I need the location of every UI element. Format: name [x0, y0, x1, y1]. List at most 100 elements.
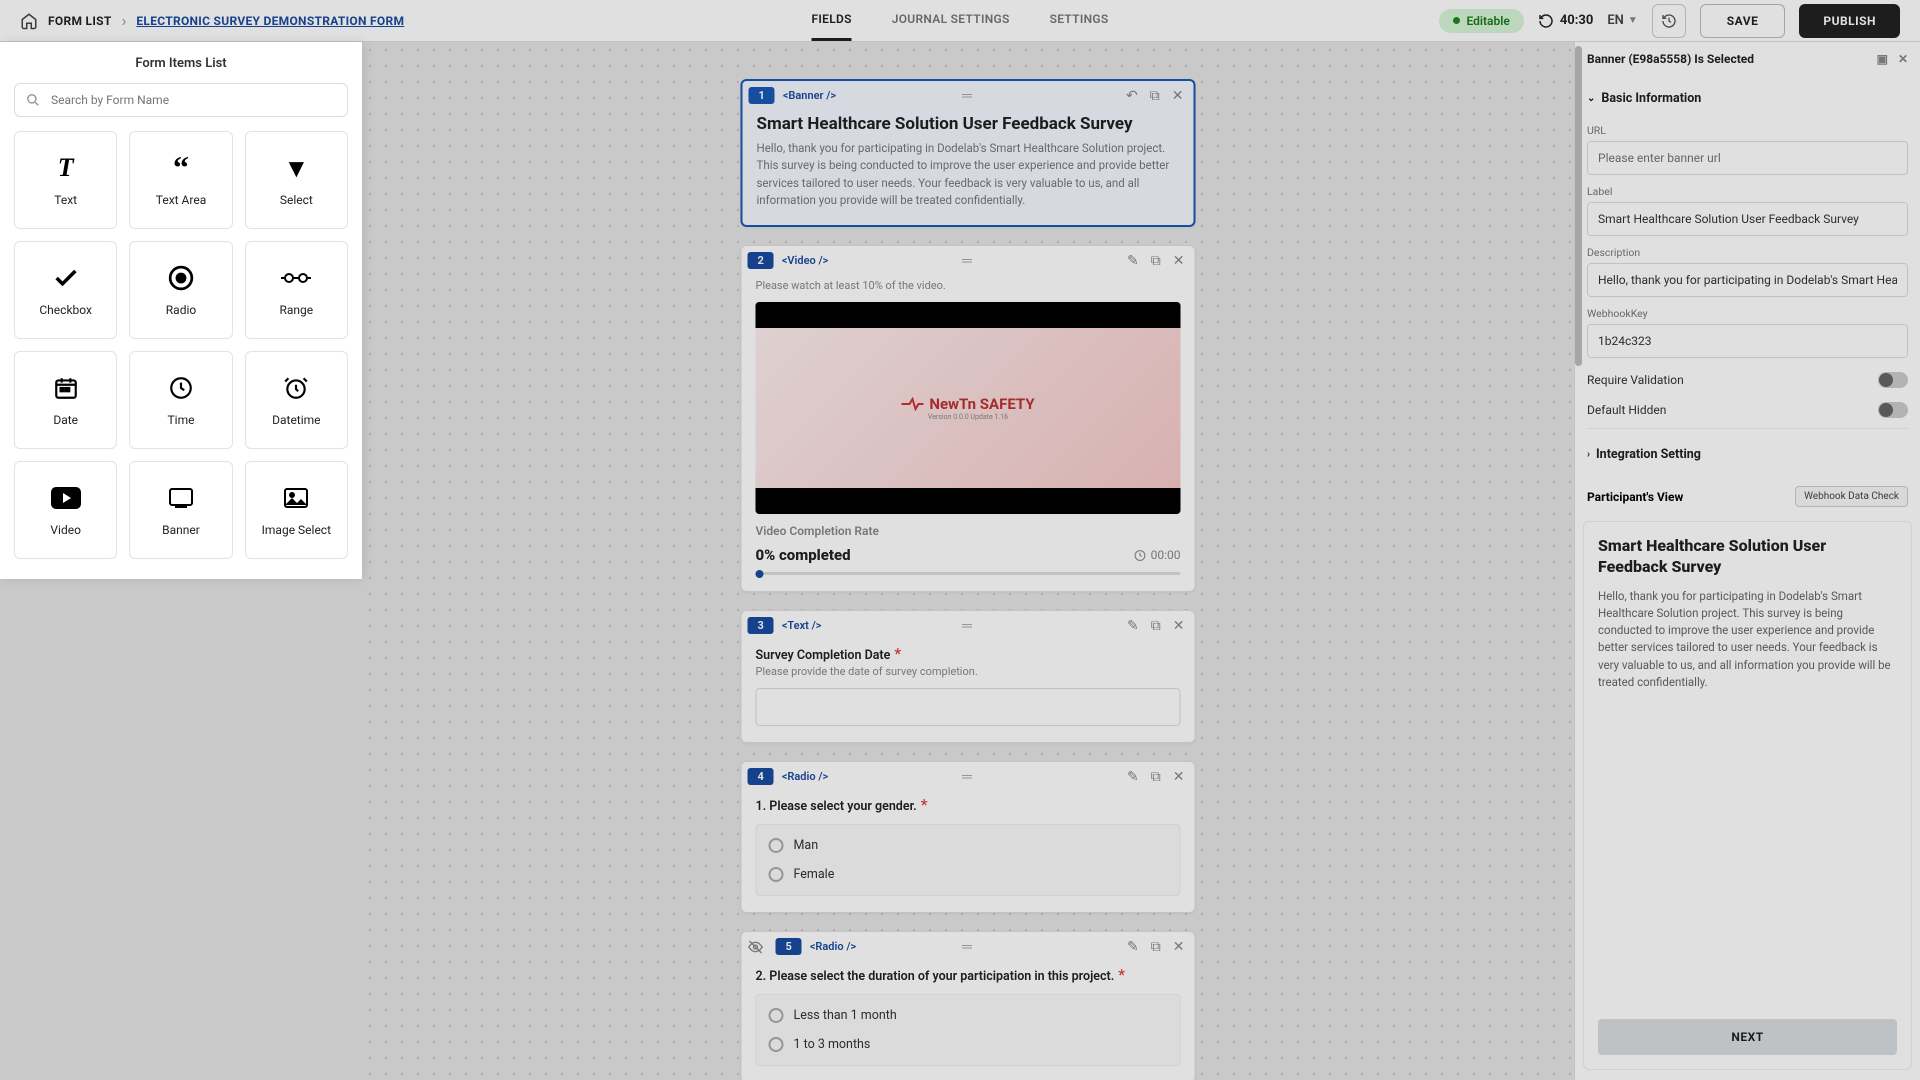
- card-number-badge: 4: [748, 768, 774, 785]
- radio-circle-icon: [769, 1008, 784, 1023]
- alarm-icon: [283, 373, 309, 403]
- default-hidden-toggle[interactable]: [1878, 402, 1908, 418]
- item-label: Text: [54, 193, 77, 207]
- field-label: 2. Please select the duration of your pa…: [756, 969, 1115, 984]
- radio-group: Less than 1 month 1 to 3 months: [756, 994, 1181, 1066]
- form-card-banner[interactable]: 1 <Banner /> ═ ↶ ⧉ ✕ Smart Healthcare So…: [741, 79, 1196, 227]
- copy-icon[interactable]: ⧉: [1151, 769, 1161, 785]
- status-dot-icon: [1453, 17, 1460, 24]
- item-time[interactable]: Time: [129, 351, 232, 449]
- drag-handle-icon[interactable]: ═: [962, 768, 974, 785]
- description-input[interactable]: [1587, 263, 1908, 297]
- undo-icon[interactable]: ↶: [1126, 88, 1138, 104]
- close-icon[interactable]: ✕: [1173, 253, 1185, 269]
- item-checkbox[interactable]: Checkbox: [14, 241, 117, 339]
- video-player[interactable]: NewTn SAFETY Version 0.0.0 Update 1.16: [756, 302, 1181, 514]
- drag-handle-icon[interactable]: ═: [962, 252, 974, 269]
- text-input[interactable]: [756, 688, 1181, 726]
- drag-handle-icon[interactable]: ═: [962, 87, 974, 104]
- video-progress-bar[interactable]: [756, 572, 1181, 575]
- copy-icon[interactable]: ⧉: [1151, 618, 1161, 634]
- editable-status-pill[interactable]: Editable: [1439, 9, 1523, 33]
- close-icon[interactable]: ✕: [1173, 618, 1185, 634]
- item-datetime[interactable]: Datetime: [245, 351, 348, 449]
- history-button[interactable]: [1652, 4, 1686, 38]
- form-card-radio-gender[interactable]: 4 <Radio /> ═ ✎ ⧉ ✕ 1. Please select you…: [741, 761, 1196, 913]
- copy-icon[interactable]: ⧉: [1150, 88, 1160, 104]
- video-time: 00:00: [1134, 548, 1181, 562]
- item-label: Range: [280, 303, 314, 317]
- item-banner[interactable]: Banner: [129, 461, 232, 559]
- item-label: Select: [280, 193, 313, 207]
- edit-icon[interactable]: ✎: [1127, 618, 1139, 634]
- webhook-data-check-button[interactable]: Webhook Data Check: [1795, 486, 1908, 507]
- tab-settings[interactable]: SETTINGS: [1050, 0, 1109, 41]
- close-icon[interactable]: ✕: [1172, 88, 1184, 104]
- tab-fields[interactable]: FIELDS: [812, 0, 852, 41]
- session-timer[interactable]: 40:30: [1538, 13, 1594, 29]
- close-icon[interactable]: ✕: [1173, 939, 1185, 955]
- require-validation-toggle[interactable]: [1878, 372, 1908, 388]
- item-image-select[interactable]: Image Select: [245, 461, 348, 559]
- close-icon[interactable]: ✕: [1173, 769, 1185, 785]
- required-asterisk: *: [921, 795, 928, 814]
- item-select[interactable]: ▼ Select: [245, 131, 348, 229]
- item-text[interactable]: T Text: [14, 131, 117, 229]
- hidden-eye-icon[interactable]: [748, 939, 764, 955]
- url-input[interactable]: [1587, 141, 1908, 175]
- breadcrumb-level2[interactable]: ELECTRONIC SURVEY DEMONSTRATION FORM: [136, 14, 404, 28]
- breadcrumb-level1[interactable]: FORM LIST: [48, 14, 112, 28]
- publish-button[interactable]: PUBLISH: [1799, 4, 1900, 38]
- edit-icon[interactable]: ✎: [1127, 939, 1139, 955]
- item-label: Checkbox: [39, 303, 92, 317]
- edit-icon[interactable]: ✎: [1127, 769, 1139, 785]
- item-label: Radio: [166, 303, 196, 317]
- item-label: Image Select: [262, 523, 331, 537]
- video-logo: NewTn SAFETY: [901, 395, 1034, 413]
- radio-option[interactable]: Female: [767, 860, 1170, 889]
- tab-journal-settings[interactable]: JOURNAL SETTINGS: [892, 0, 1010, 41]
- radio-option[interactable]: Less than 1 month: [767, 1001, 1170, 1030]
- search-input[interactable]: [14, 83, 348, 117]
- radio-option[interactable]: 1 to 3 months: [767, 1030, 1170, 1059]
- home-icon[interactable]: [20, 12, 38, 30]
- radio-option[interactable]: Man: [767, 831, 1170, 860]
- form-card-text[interactable]: 3 <Text /> ═ ✎ ⧉ ✕ Survey Completion Dat…: [741, 610, 1196, 743]
- copy-icon[interactable]: ⧉: [1151, 253, 1161, 269]
- clock-icon: [1134, 549, 1147, 562]
- participants-view-title: Participant's View: [1587, 490, 1683, 504]
- properties-panel: Banner (E98a5558) Is Selected ▣ ✕ ⌄ Basi…: [1574, 42, 1920, 1080]
- item-textarea[interactable]: “ Text Area: [129, 131, 232, 229]
- radio-circle-icon: [769, 867, 784, 882]
- drag-handle-icon[interactable]: ═: [962, 617, 974, 634]
- item-label: Text Area: [156, 193, 206, 207]
- chevron-right-icon: ›: [122, 11, 127, 30]
- scrollbar-thumb[interactable]: [1575, 46, 1582, 366]
- next-button[interactable]: NEXT: [1598, 1019, 1897, 1055]
- item-radio[interactable]: Radio: [129, 241, 232, 339]
- card-number-badge: 5: [776, 938, 802, 955]
- item-range[interactable]: Range: [245, 241, 348, 339]
- form-card-video[interactable]: 2 <Video /> ═ ✎ ⧉ ✕ Please watch at leas…: [741, 245, 1196, 592]
- edit-icon[interactable]: ✎: [1127, 253, 1139, 269]
- canvas-scrollbar[interactable]: [1575, 46, 1582, 1076]
- close-icon[interactable]: ✕: [1898, 52, 1908, 66]
- expand-icon[interactable]: ▣: [1877, 52, 1888, 66]
- banner-title: Smart Healthcare Solution User Feedback …: [757, 114, 1180, 134]
- item-label: Time: [168, 413, 195, 427]
- accordion-integration-setting[interactable]: › Integration Setting: [1587, 439, 1908, 470]
- item-date[interactable]: Date: [14, 351, 117, 449]
- check-icon: [52, 263, 80, 293]
- item-video[interactable]: Video: [14, 461, 117, 559]
- save-button[interactable]: SAVE: [1700, 4, 1786, 38]
- accordion-basic-information[interactable]: ⌄ Basic Information: [1587, 83, 1908, 114]
- drag-handle-icon[interactable]: ═: [962, 938, 974, 955]
- copy-icon[interactable]: ⧉: [1151, 939, 1161, 955]
- form-card-radio-duration[interactable]: 5 <Radio /> ═ ✎ ⧉ ✕ 2. Please select the…: [741, 931, 1196, 1080]
- video-instruction: Please watch at least 10% of the video.: [756, 279, 1181, 292]
- webhookkey-input[interactable]: [1587, 324, 1908, 358]
- language-selector[interactable]: EN ▼: [1607, 13, 1637, 28]
- search-icon: [26, 93, 40, 107]
- item-label: Datetime: [272, 413, 320, 427]
- label-input[interactable]: [1587, 202, 1908, 236]
